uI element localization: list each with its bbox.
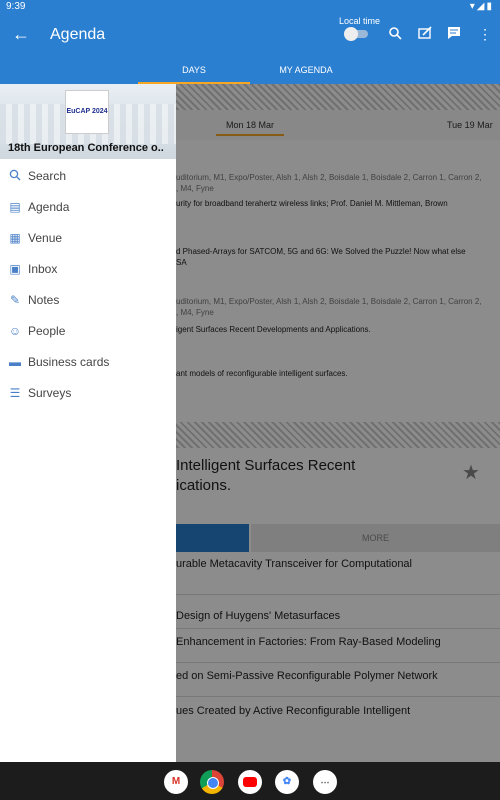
status-bar: 9:39 ▾◢▮ <box>0 0 500 14</box>
tab-days[interactable]: DAYS <box>138 56 250 84</box>
local-time-label: Local time <box>339 16 381 26</box>
drawer-item-surveys[interactable]: ☰ Surveys <box>0 379 176 407</box>
status-icons: ▾◢▮ <box>469 1 494 12</box>
drawer-item-people[interactable]: ☺ People <box>0 317 176 345</box>
status-time: 9:39 <box>6 1 26 12</box>
drawer-item-notes[interactable]: ✎ Notes <box>0 286 176 314</box>
page-title: Agenda <box>50 26 106 43</box>
navigation-drawer: EuCAP 2024 18th European Conference o.. … <box>0 84 176 762</box>
search-icon <box>8 169 22 184</box>
more-vert-icon[interactable]: ⋮ <box>478 26 492 43</box>
app-drawer-icon[interactable]: ⋯ <box>313 770 337 794</box>
surveys-icon: ☰ <box>9 386 21 400</box>
drawer-item-label: People <box>28 324 66 338</box>
chat-icon[interactable] <box>447 26 461 43</box>
conference-logo: EuCAP 2024 <box>65 90 109 134</box>
drawer-item-label: Business cards <box>28 355 110 369</box>
back-arrow-icon[interactable]: ← <box>12 24 30 45</box>
business-card-icon: ▬ <box>9 355 21 369</box>
search-icon[interactable] <box>388 26 402 43</box>
drawer-header: EuCAP 2024 18th European Conference o.. <box>0 84 176 159</box>
agenda-icon: ▤ <box>9 200 21 214</box>
inbox-icon: ▣ <box>9 262 21 276</box>
drawer-item-label: Search <box>28 169 67 183</box>
drawer-item-agenda[interactable]: ▤ Agenda <box>0 193 176 221</box>
drawer-item-label: Venue <box>28 231 63 245</box>
drawer-item-label: Surveys <box>28 386 72 400</box>
conference-title: 18th European Conference o.. <box>8 142 164 154</box>
youtube-icon[interactable] <box>238 770 262 794</box>
photos-icon[interactable]: ✿ <box>275 770 299 794</box>
drawer-item-label: Inbox <box>28 262 58 276</box>
tab-bar: DAYS MY AGENDA <box>0 56 500 84</box>
drawer-item-search[interactable]: Search <box>0 162 176 190</box>
toggle-knob <box>344 27 358 41</box>
venue-icon: ▦ <box>9 231 21 245</box>
gmail-icon[interactable]: M <box>164 770 188 794</box>
drawer-item-venue[interactable]: ▦ Venue <box>0 224 176 252</box>
people-icon: ☺ <box>8 324 22 338</box>
app-bar: ← Agenda Local time ⋮ <box>0 14 500 56</box>
drawer-item-label: Agenda <box>28 200 70 214</box>
local-time-toggle[interactable] <box>344 27 368 41</box>
chrome-icon[interactable] <box>200 770 224 794</box>
drawer-item-label: Notes <box>28 293 60 307</box>
notes-icon: ✎ <box>9 293 21 307</box>
drawer-item-business-cards[interactable]: ▬ Business cards <box>0 348 176 376</box>
edit-note-icon[interactable] <box>418 26 432 43</box>
drawer-item-inbox[interactable]: ▣ Inbox <box>0 255 176 283</box>
tab-my-agenda[interactable]: MY AGENDA <box>250 56 362 84</box>
system-dock: M ✿ ⋯ <box>0 762 500 800</box>
